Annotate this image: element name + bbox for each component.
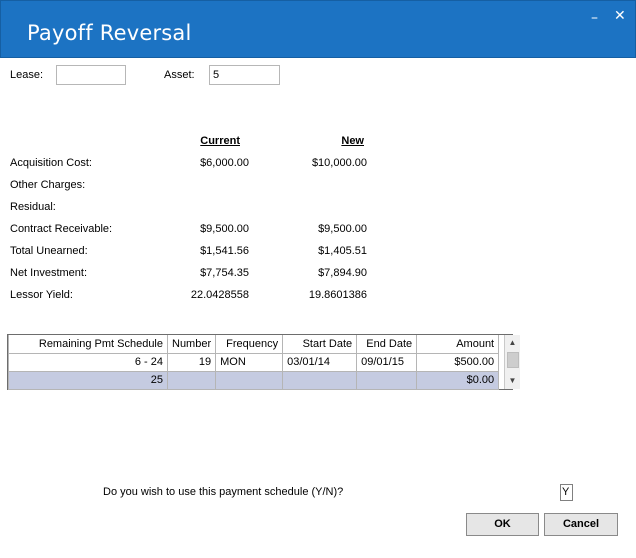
col-header-number[interactable]: Number	[166, 335, 217, 354]
lease-label: Lease:	[10, 69, 44, 81]
total-unearned-current: $1,541.56	[200, 245, 249, 257]
net-investment-new: $7,894.90	[318, 267, 367, 279]
table-row[interactable]: 25 $0.00	[8, 370, 500, 390]
contract-receivable-current: $9,500.00	[200, 223, 249, 235]
cell-number[interactable]: 19	[166, 352, 217, 372]
payment-schedule-grid[interactable]: Remaining Pmt Schedule Number Frequency …	[7, 334, 520, 390]
other-charges-label: Other Charges:	[10, 179, 86, 191]
residual-label: Residual:	[10, 201, 56, 213]
net-investment-label: Net Investment:	[10, 267, 88, 279]
lessor-yield-current: 22.0428558	[190, 289, 249, 301]
table-row[interactable]: 6 - 24 19 MON 03/01/14 09/01/15 $500.00	[8, 352, 500, 372]
cell-amount[interactable]: $500.00	[416, 352, 500, 372]
col-header-amount[interactable]: Amount	[416, 335, 500, 354]
cell-start-date[interactable]: 03/01/14	[282, 352, 358, 372]
acquisition-cost-current: $6,000.00	[200, 157, 249, 169]
net-investment-current: $7,754.35	[200, 267, 249, 279]
scroll-thumb[interactable]	[507, 352, 519, 368]
schedule-header-row: Remaining Pmt Schedule Number Frequency …	[8, 335, 500, 354]
col-header-remaining[interactable]: Remaining Pmt Schedule	[8, 335, 168, 354]
cell-range[interactable]: 25	[8, 370, 168, 390]
title-bar: Payoff Reversal – ✕	[0, 0, 636, 58]
asset-label: Asset:	[164, 69, 195, 81]
scroll-up-icon[interactable]: ▲	[505, 335, 520, 351]
cell-frequency[interactable]	[215, 370, 284, 390]
col-header-end-date[interactable]: End Date	[356, 335, 418, 354]
contract-receivable-label: Contract Receivable:	[10, 223, 113, 235]
cell-end-date[interactable]: 09/01/15	[356, 352, 418, 372]
cell-range[interactable]: 6 - 24	[8, 352, 168, 372]
ok-button[interactable]: OK	[466, 513, 539, 536]
payment-schedule-table: Remaining Pmt Schedule Number Frequency …	[8, 335, 500, 390]
col-header-start-date[interactable]: Start Date	[282, 335, 358, 354]
current-column-header: Current	[200, 135, 240, 147]
vertical-scrollbar[interactable]: ▲ ▼	[504, 335, 520, 389]
lessor-yield-label: Lessor Yield:	[10, 289, 73, 301]
acquisition-cost-new: $10,000.00	[311, 157, 367, 169]
cell-amount[interactable]: $0.00	[416, 370, 500, 390]
yes-no-input[interactable]: Y	[560, 484, 573, 501]
lease-input[interactable]	[56, 65, 126, 85]
contract-receivable-new: $9,500.00	[318, 223, 367, 235]
total-unearned-new: $1,405.51	[318, 245, 367, 257]
minimize-icon[interactable]: –	[591, 11, 598, 25]
window-title: Payoff Reversal	[27, 21, 192, 45]
close-icon[interactable]: ✕	[614, 9, 626, 23]
cell-frequency[interactable]: MON	[215, 352, 284, 372]
asset-input[interactable]	[209, 65, 280, 85]
confirm-question: Do you wish to use this payment schedule…	[103, 486, 344, 498]
cell-number[interactable]	[166, 370, 217, 390]
total-unearned-label: Total Unearned:	[10, 245, 88, 257]
cell-end-date[interactable]	[356, 370, 418, 390]
acquisition-cost-label: Acquisition Cost:	[10, 157, 92, 169]
scroll-down-icon[interactable]: ▼	[505, 373, 520, 389]
cell-start-date[interactable]	[282, 370, 358, 390]
cancel-button[interactable]: Cancel	[544, 513, 618, 536]
lessor-yield-new: 19.8601386	[308, 289, 367, 301]
new-column-header: New	[341, 135, 364, 147]
col-header-frequency[interactable]: Frequency	[215, 335, 284, 354]
